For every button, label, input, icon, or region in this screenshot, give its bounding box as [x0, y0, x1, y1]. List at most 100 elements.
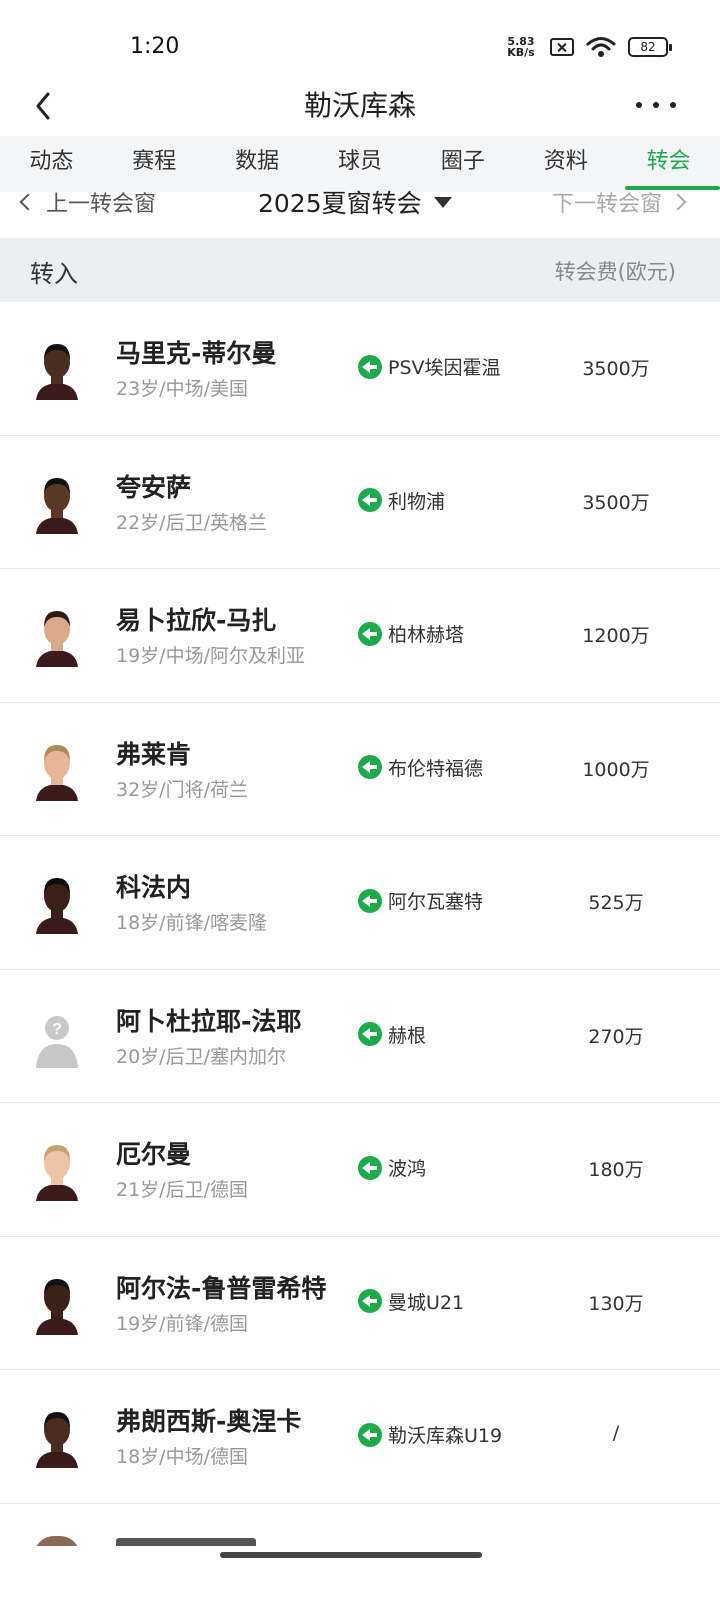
- from-club-label: 布伦特福德: [388, 757, 484, 780]
- nav-bar: 勒沃库森: [0, 80, 720, 136]
- chevron-left-icon: [19, 193, 37, 211]
- from-club-label: 利物浦: [388, 490, 446, 513]
- transfer-fee: /: [612, 1422, 620, 1444]
- player-name: 夸安萨: [116, 472, 192, 502]
- window-select-label: 2025夏窗转会: [258, 189, 422, 218]
- list-item[interactable]: 易卜拉欣-马扎 19岁/中场/阿尔及利亚 柏林赫塔 1200万: [0, 569, 720, 703]
- player-name: 厄尔曼: [116, 1140, 192, 1169]
- player-name: 弗莱肯: [116, 739, 192, 769]
- transfer-in-icon: [358, 1022, 382, 1046]
- more-icon[interactable]: [636, 90, 676, 120]
- transfer-window-bar: 上一转会窗 2025夏窗转会 下一转会窗: [0, 186, 720, 238]
- player-name: 易卜拉欣-马扎: [116, 606, 277, 635]
- list-item[interactable]: 弗朗西斯-奥涅卡 18岁/中场/德国 勒沃库森U19 /: [0, 1370, 720, 1504]
- avatar: [34, 1137, 80, 1201]
- list-item[interactable]: 厄尔曼 21岁/后卫/德国 波鸿 180万: [0, 1103, 720, 1237]
- avatar: [34, 1271, 80, 1335]
- transfer-fee: 130万: [588, 1292, 644, 1315]
- chevron-right-icon: [669, 193, 687, 211]
- transfer-fee: 3500万: [582, 358, 650, 380]
- from-club: 阿尔瓦塞特: [358, 887, 483, 914]
- from-club: 波鸿: [358, 1154, 426, 1181]
- tab-info[interactable]: 资料: [514, 136, 617, 192]
- transfer-fee: 1200万: [582, 625, 650, 647]
- avatar: [34, 470, 80, 534]
- player-meta: 32岁/门将/荷兰: [116, 778, 248, 801]
- transfer-in-icon: [358, 621, 382, 646]
- list-item[interactable]: 弗莱肯 32岁/门将/荷兰 布伦特福德 1000万: [0, 703, 720, 836]
- battery-icon: 82: [628, 37, 672, 57]
- player-meta: 20岁/后卫/塞内加尔: [116, 1045, 286, 1068]
- list-item[interactable]: 科法内 18岁/前锋/喀麦隆 阿尔瓦塞特 525万: [0, 836, 720, 970]
- window-select[interactable]: 2025夏窗转会: [258, 184, 452, 220]
- home-indicator[interactable]: [220, 1552, 482, 1558]
- transfer-in-icon: [358, 354, 382, 379]
- tab-dynamic[interactable]: 动态: [0, 136, 103, 192]
- transfer-in-icon: [358, 488, 382, 512]
- from-club-label: 曼城U21: [388, 1291, 465, 1314]
- from-club: 赫根: [358, 1021, 426, 1048]
- transfer-in-icon: [358, 1422, 382, 1447]
- next-window-label: 下一转会窗: [551, 192, 662, 217]
- section-header: 转入 转会费(欧元): [0, 238, 720, 302]
- player-meta: 23岁/中场/美国: [116, 378, 248, 400]
- player-meta: 18岁/中场/德国: [116, 1446, 248, 1468]
- player-name: 马里克-蒂尔曼: [116, 339, 277, 368]
- svg-text:?: ?: [52, 1021, 62, 1038]
- from-club: 曼城U21: [358, 1288, 464, 1315]
- from-club: 柏林赫塔: [358, 620, 464, 647]
- tab-schedule[interactable]: 赛程: [103, 136, 206, 192]
- from-club-label: 阿尔瓦塞特: [388, 891, 484, 913]
- avatar: [34, 870, 80, 934]
- network-speed-unit: KB/s: [507, 46, 535, 59]
- from-club-label: 赫根: [388, 1024, 427, 1047]
- player-name: 阿尔法-鲁普雷希特: [116, 1273, 327, 1303]
- player-name: 弗朗西斯-奥涅卡: [116, 1407, 302, 1436]
- player-name: 阿卜杜拉耶-法耶: [116, 1006, 302, 1036]
- tab-transfers[interactable]: 转会: [617, 136, 720, 192]
- player-meta: 19岁/中场/阿尔及利亚: [116, 645, 305, 667]
- section-title: 转入: [30, 260, 78, 288]
- list-item[interactable]: 马里克-蒂尔曼 23岁/中场/美国 PSV埃因霍温 3500万: [0, 302, 720, 436]
- transfer-in-icon: [358, 888, 382, 913]
- status-bar: 1:20 5.83 KB/s 82: [0, 0, 720, 80]
- from-club: 利物浦: [358, 487, 445, 514]
- fee-column-header: 转会费(欧元): [554, 260, 676, 284]
- from-club: 勒沃库森U19: [358, 1421, 502, 1448]
- player-meta: 22岁/后卫/英格兰: [116, 511, 267, 534]
- player-meta: 19岁/前锋/德国: [116, 1312, 248, 1335]
- player-name: 科法内: [116, 873, 192, 902]
- next-window-button[interactable]: 下一转会窗: [551, 186, 687, 218]
- partial-list-item: [0, 1502, 720, 1546]
- avatar: [34, 737, 80, 801]
- avatar: ?: [34, 1004, 80, 1068]
- transfer-fee: 270万: [588, 1025, 644, 1048]
- transfer-fee: 1000万: [582, 758, 650, 781]
- page-title: 勒沃库森: [303, 89, 416, 122]
- network-speed: 5.83 KB/s: [504, 36, 538, 58]
- transfer-fee: 3500万: [582, 491, 650, 514]
- from-club-label: 波鸿: [388, 1158, 427, 1180]
- list-item[interactable]: 夸安萨 22岁/后卫/英格兰 利物浦 3500万: [0, 436, 720, 569]
- from-club-label: 柏林赫塔: [388, 624, 465, 646]
- avatar: [34, 603, 80, 667]
- from-club-label: PSV埃因霍温: [388, 357, 501, 379]
- transfer-fee: 180万: [588, 1159, 644, 1181]
- transfer-in-icon: [358, 1289, 382, 1313]
- from-club-label: 勒沃库森U19: [388, 1425, 503, 1447]
- transfer-in-icon: [358, 1155, 382, 1180]
- list-item[interactable]: 阿尔法-鲁普雷希特 19岁/前锋/德国 曼城U21 130万: [0, 1237, 720, 1370]
- status-icons: 5.83 KB/s 82: [504, 36, 672, 58]
- transfer-fee: 525万: [588, 892, 644, 914]
- wifi-icon: [586, 36, 616, 58]
- transfer-list: 马里克-蒂尔曼 23岁/中场/美国 PSV埃因霍温 3500万 夸安萨 22岁/后卫/英格…: [0, 302, 720, 1504]
- player-meta: 18岁/前锋/喀麦隆: [116, 912, 267, 934]
- player-name-clipped: [116, 1538, 256, 1546]
- status-time: 1:20: [130, 34, 180, 59]
- avatar: [34, 336, 80, 400]
- transfer-in-icon: [358, 755, 382, 779]
- prev-window-button[interactable]: 上一转会窗: [19, 186, 156, 218]
- from-club: PSV埃因霍温: [358, 353, 501, 380]
- caret-down-icon: [433, 196, 452, 208]
- list-item[interactable]: ? 阿卜杜拉耶-法耶 20岁/后卫/塞内加尔 赫根 270万: [0, 970, 720, 1103]
